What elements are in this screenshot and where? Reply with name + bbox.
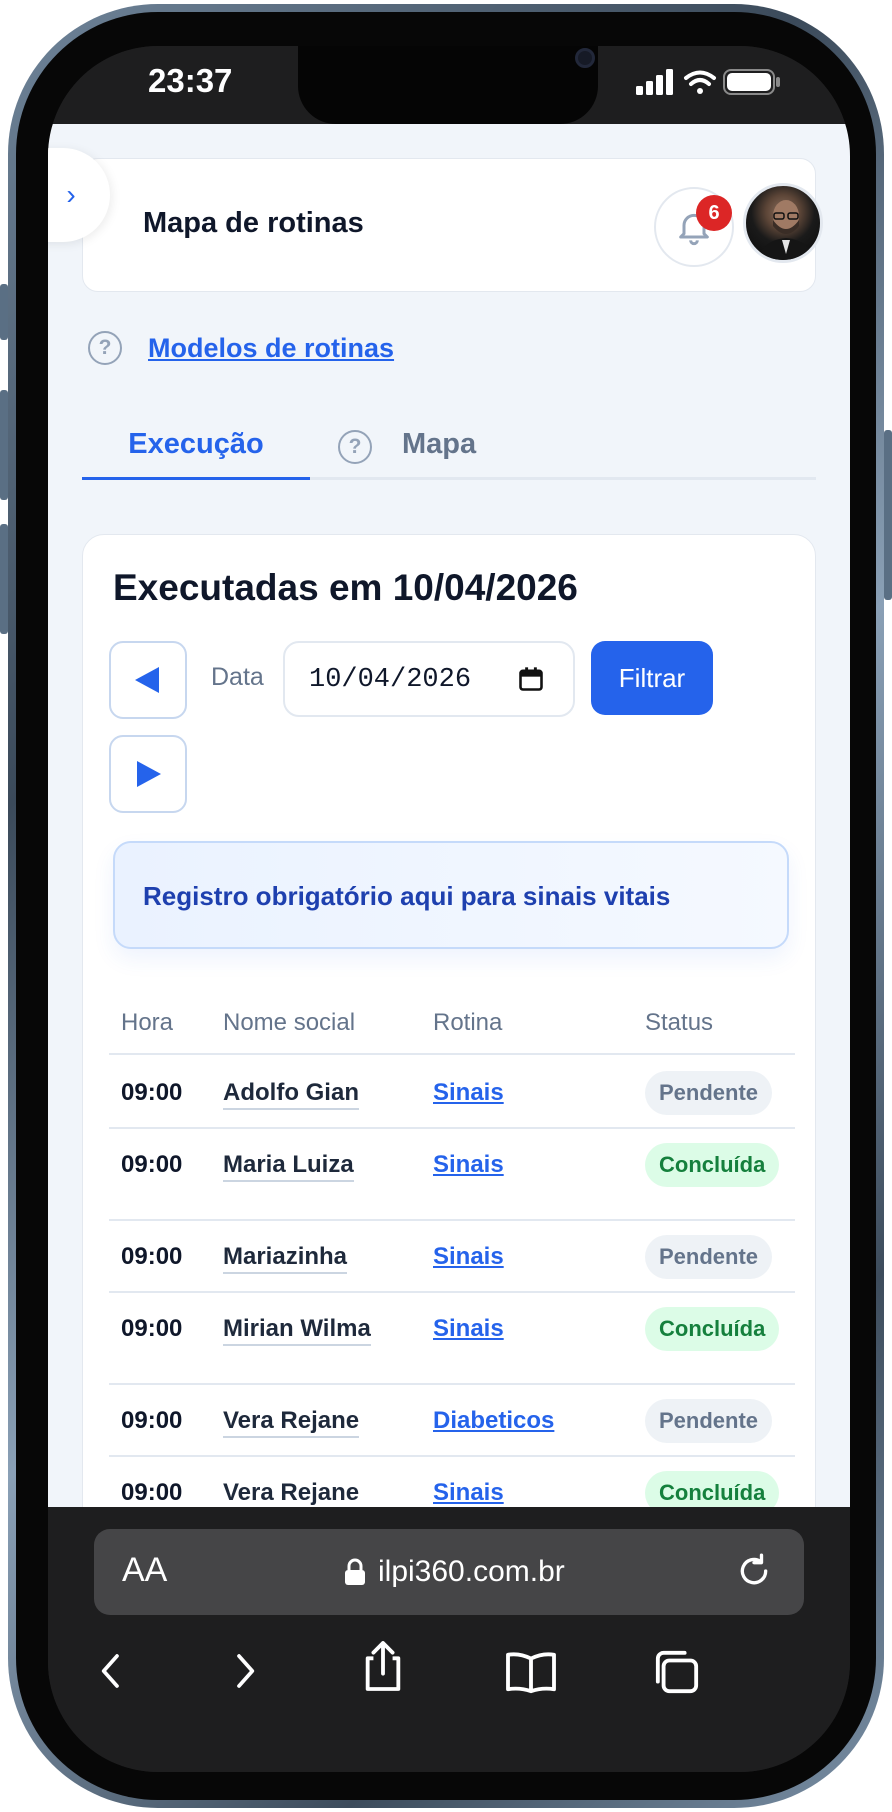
routines-models-row: ? Modelos de rotinas [88,328,394,368]
card-title: Executadas em 10/04/2026 [113,567,578,608]
browser-toolbar: AA ilpi360.com.br [48,1507,850,1772]
screen: 23:37 Mapa de rotinas 6 › ? Modelos de r… [48,46,850,1772]
status-icons [636,69,780,95]
column-header-nome-social: Nome social [223,1009,356,1036]
power-button [884,430,892,600]
notifications-button[interactable]: 6 [654,187,734,267]
wifi-icon [684,70,716,94]
chevron-right-icon: › [66,179,76,210]
resident-name-link[interactable]: Mariazinha [223,1243,348,1274]
routine-link[interactable]: Sinais [433,1243,504,1271]
cellular-signal-icon [636,69,673,95]
status-bar: 23:37 [48,46,850,124]
tab-help-icon[interactable]: ? [338,430,372,464]
status-time: 23:37 [148,62,233,99]
table-header: Hora Nome social Rotina Status [109,995,795,1055]
status-badge: Concluída [645,1471,780,1507]
resident-name-link[interactable]: Adolfo Gian [223,1079,359,1110]
resident-name-link[interactable]: Mirian Wilma [223,1315,371,1346]
row-time: 09:00 [121,1315,183,1342]
date-field[interactable]: 10/04/2026 [283,641,575,717]
resident-name-link[interactable]: Maria Luiza [223,1151,354,1182]
share-icon[interactable] [360,1639,406,1693]
reload-icon[interactable] [734,1551,774,1591]
tabs-icon[interactable] [652,1649,702,1695]
notification-badge: 6 [696,195,732,231]
previous-day-button[interactable] [109,641,187,719]
routine-link[interactable]: Sinais [433,1315,504,1343]
table-row: 09:00 Vera Rejane Diabeticos Pendente [109,1385,795,1457]
routine-link[interactable]: Sinais [433,1079,504,1107]
row-time: 09:00 [121,1079,183,1106]
table-row: 09:00 Mariazinha Sinais Pendente [109,1221,795,1293]
row-time: 09:00 [121,1479,183,1506]
table-row: 09:00 Mirian Wilma Sinais Concluída [109,1293,795,1385]
status-badge: Pendente [645,1235,773,1279]
avatar-photo [757,200,815,260]
url-display[interactable]: ilpi360.com.br [344,1555,565,1589]
status-badge: Concluída [645,1307,780,1351]
executed-routines-card: Executadas em 10/04/2026 Data 10/04/2026 [82,534,816,1507]
page-title: Mapa de rotinas [143,207,364,239]
web-content: Mapa de rotinas 6 › ? Modelos de rotinas… [48,124,850,1507]
row-time: 09:00 [121,1407,183,1434]
next-day-button[interactable] [109,735,187,813]
column-header-rotina: Rotina [433,1009,503,1036]
status-badge: Concluída [645,1143,780,1187]
status-badge: Pendente [645,1071,773,1115]
row-time: 09:00 [121,1243,183,1270]
battery-icon [723,69,780,95]
column-header-status: Status [645,1009,714,1036]
date-value: 10/04/2026 [309,665,472,695]
date-label: Data [211,663,264,691]
vital-signs-notice[interactable]: Registro obrigatório aqui para sinais vi… [113,841,789,949]
app-header: Mapa de rotinas 6 [82,158,823,292]
front-camera-icon [575,48,595,68]
forward-arrow-icon[interactable] [224,1649,264,1693]
triangle-left-icon [135,667,159,693]
bookmarks-icon[interactable] [504,1649,558,1695]
avatar[interactable] [743,183,823,263]
table-row: 09:00 Vera Rejane Sinais Concluída [109,1457,795,1507]
url-text: ilpi360.com.br [378,1555,565,1588]
vital-signs-notice-text: Registro obrigatório aqui para sinais vi… [143,881,671,911]
tab-mapa[interactable]: Mapa [402,418,476,470]
tab-execucao[interactable]: Execução [82,418,310,480]
table-row: 09:00 Adolfo Gian Sinais Pendente [109,1057,795,1129]
calendar-icon[interactable] [517,665,545,693]
back-arrow-icon[interactable] [92,1649,132,1693]
routines-models-link[interactable]: Modelos de rotinas [148,333,394,364]
routine-link[interactable]: Sinais [433,1151,504,1179]
status-badge: Pendente [645,1399,773,1443]
routine-link[interactable]: Diabeticos [433,1407,554,1435]
help-icon[interactable]: ? [88,331,122,365]
row-time: 09:00 [121,1151,183,1178]
volume-down-button [0,524,8,634]
lock-icon [345,1558,365,1585]
table-row: 09:00 Maria Luiza Sinais Concluída [109,1129,795,1221]
resident-name-link[interactable]: Vera Rejane [223,1407,360,1438]
silent-switch [0,284,8,340]
text-size-button[interactable]: AA [122,1551,167,1590]
triangle-right-icon [137,761,161,787]
routine-link[interactable]: Sinais [433,1479,504,1507]
filter-button[interactable]: Filtrar [591,641,713,715]
column-header-hora: Hora [121,1009,174,1036]
address-bar[interactable]: AA ilpi360.com.br [94,1529,804,1615]
camera-notch [298,46,598,124]
resident-name-link[interactable]: Vera Rejane [223,1479,359,1507]
tab-bar: Execução ? Mapa [82,418,816,480]
volume-up-button [0,390,8,500]
